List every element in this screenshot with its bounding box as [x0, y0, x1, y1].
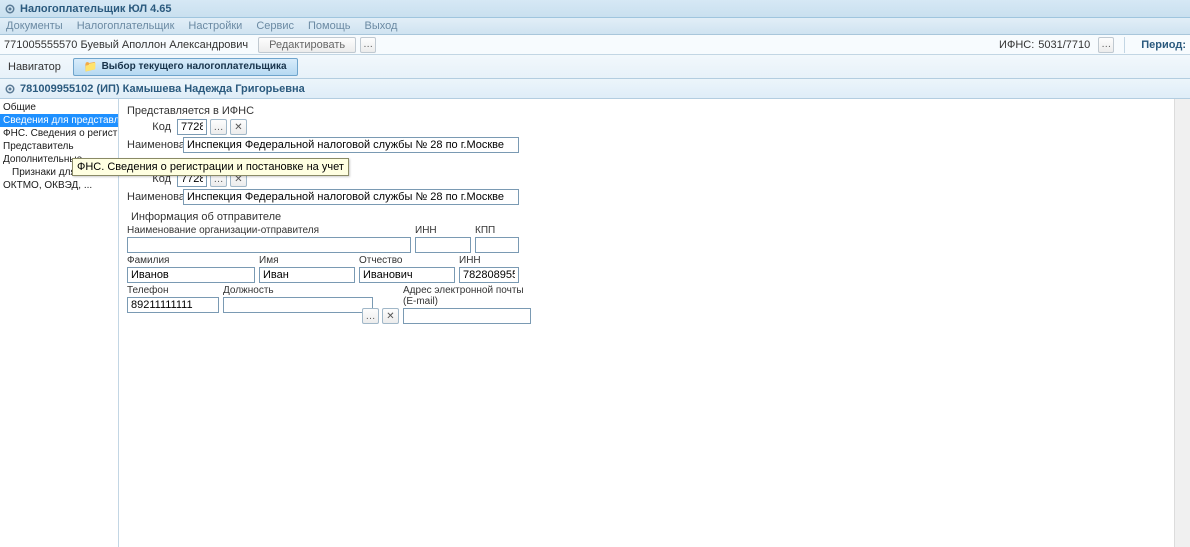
- imya-label: Имя: [259, 255, 355, 266]
- inn-pers-label: ИНН: [459, 255, 519, 266]
- kod1-input[interactable]: [177, 119, 207, 135]
- current-taxpayer-text: 771005555570 Буевый Аполлон Александрови…: [4, 39, 248, 51]
- section-submit-to-ifns: Представляется в ИФНС: [127, 105, 1182, 117]
- menu-exit[interactable]: Выход: [365, 20, 398, 32]
- tel-input[interactable]: [127, 297, 219, 313]
- tooltip: ФНС. Сведения о регистрации и постановке…: [72, 158, 349, 176]
- ifns-value: 5031/7710: [1038, 39, 1090, 51]
- ifns-label: ИФНС:: [999, 39, 1034, 51]
- select-taxpayer-label: Выбор текущего налогоплательщика: [102, 61, 287, 72]
- kpp-input[interactable]: [475, 237, 519, 253]
- imya-input[interactable]: [259, 267, 355, 283]
- tel-label: Телефон: [127, 285, 219, 296]
- navigator-label: Навигатор: [8, 61, 61, 73]
- vertical-scrollbar[interactable]: [1174, 99, 1190, 547]
- navigator-row: Навигатор 📁 Выбор текущего налогоплатель…: [0, 55, 1190, 79]
- edit-button[interactable]: Редактировать: [258, 37, 356, 53]
- naim1-label: Наименование: [127, 139, 183, 151]
- dolzh-label: Должность: [223, 285, 355, 296]
- naim2-label: Наименование: [127, 191, 183, 203]
- menu-bar: Документы Налогоплательщик Настройки Сер…: [0, 18, 1190, 35]
- fam-label: Фамилия: [127, 255, 255, 266]
- fam-input[interactable]: [127, 267, 255, 283]
- org-label: Наименование организации-отправителя: [127, 225, 411, 236]
- period-label[interactable]: Период:: [1141, 39, 1186, 51]
- menu-service[interactable]: Сервис: [256, 20, 294, 32]
- window-title: Налогоплательщик ЮЛ 4.65: [20, 3, 172, 15]
- kpp-label: КПП: [475, 225, 519, 236]
- dolzh-clear-button[interactable]: ✕: [382, 308, 399, 324]
- email-input[interactable]: [403, 308, 531, 324]
- tree-fns-registration[interactable]: ФНС. Сведения о регистраци: [0, 127, 118, 140]
- inn-org-input[interactable]: [415, 237, 471, 253]
- select-taxpayer-button[interactable]: 📁 Выбор текущего налогоплательщика: [73, 58, 298, 76]
- tree-representative[interactable]: Представитель: [0, 140, 118, 153]
- otch-input[interactable]: [359, 267, 455, 283]
- doc-icon: [4, 83, 16, 95]
- dolzh-lookup-button[interactable]: …: [362, 308, 379, 324]
- kod1-label: Код: [127, 121, 177, 133]
- ifns-more-button[interactable]: …: [1098, 37, 1114, 53]
- menu-help[interactable]: Помощь: [308, 20, 351, 32]
- tree-oktmo-okved[interactable]: ОКТМО, ОКВЭД, ...: [0, 179, 118, 192]
- inn-pers-input[interactable]: [459, 267, 519, 283]
- sender-info-label: Информация об отправителе: [131, 211, 1182, 223]
- email-label: Адрес электронной почты (E-mail): [403, 285, 531, 307]
- naim1-input[interactable]: [183, 137, 519, 153]
- app-icon: [4, 3, 16, 15]
- otch-label: Отчество: [359, 255, 455, 266]
- inn-org-label: ИНН: [415, 225, 471, 236]
- folder-icon: 📁: [84, 60, 98, 73]
- document-title: 781009955102 (ИП) Камышева Надежда Григо…: [20, 83, 305, 95]
- more-button[interactable]: …: [360, 37, 376, 53]
- document-titlebar: 781009955102 (ИП) Камышева Надежда Григо…: [0, 79, 1190, 99]
- window-titlebar: Налогоплательщик ЮЛ 4.65: [0, 0, 1190, 18]
- menu-taxpayer[interactable]: Налогоплательщик: [77, 20, 175, 32]
- org-input[interactable]: [127, 237, 411, 253]
- menu-documents[interactable]: Документы: [6, 20, 63, 32]
- kod1-lookup-button[interactable]: …: [210, 119, 227, 135]
- info-bar: 771005555570 Буевый Аполлон Александрови…: [0, 35, 1190, 55]
- dolzh-input[interactable]: [223, 297, 373, 313]
- naim2-input[interactable]: [183, 189, 519, 205]
- separator: [1124, 37, 1125, 53]
- menu-settings[interactable]: Настройки: [188, 20, 242, 32]
- tree-submission-info[interactable]: Сведения для представления: [0, 114, 118, 127]
- kod1-clear-button[interactable]: ✕: [230, 119, 247, 135]
- tree-general[interactable]: Общие: [0, 101, 118, 114]
